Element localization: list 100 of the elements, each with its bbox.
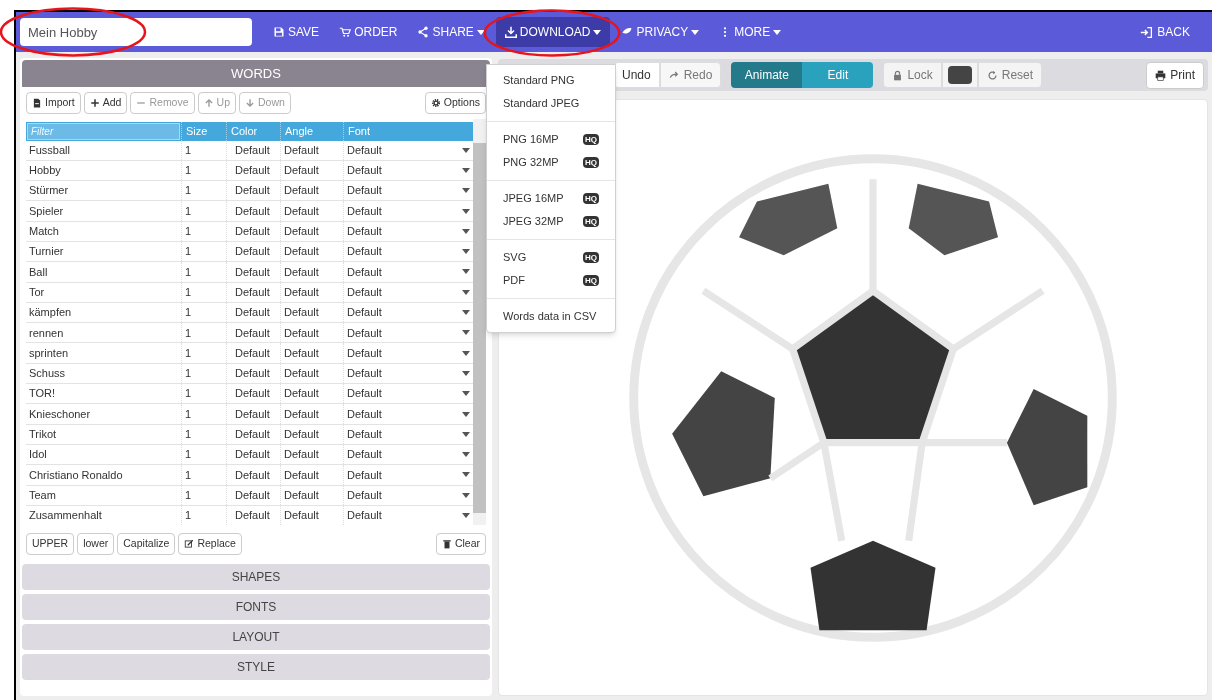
table-cell-text: Default [284,406,319,422]
table-cell-text: 1 [185,264,192,280]
nav-menu-item[interactable]: SAVE [264,17,329,47]
section-header[interactable]: FONTS [22,594,490,620]
table-cell-text: 1 [185,325,192,341]
table-cell-text: Default [235,183,270,199]
table-cell-text: Default [347,244,382,260]
toolbar-button[interactable]: Options [424,92,486,114]
color-swatch[interactable] [947,66,972,84]
cart-icon [339,26,352,38]
nav-menu-item[interactable]: SHARE [408,17,494,47]
table-cell-text: Default [347,386,382,402]
menu-item[interactable]: PNG 32MP HQ [487,151,615,174]
menu-item[interactable]: Standard PNG [487,69,615,92]
table-cell-text: 1 [185,508,192,524]
dropdown-caret-icon [462,330,470,336]
section-header[interactable]: LAYOUT [22,624,490,650]
plus-icon [89,98,100,108]
toolbar-button[interactable]: Lock [883,62,942,88]
toolbar-button[interactable]: lower [77,533,115,555]
toolbar-button[interactable]: Add [83,92,128,114]
table-cell-text: Spieler [29,203,64,219]
table-cell-text: Default [284,142,319,158]
dropdown-caret-icon [462,269,470,275]
toolbar-button[interactable]: Replace [178,533,242,555]
table-cell-text: Knieschoner [29,406,91,422]
menu-item[interactable]: JPEG 32MP HQ [487,210,615,233]
table-cell-text: Trikot [29,427,57,443]
table-cell-text: Default [347,467,382,483]
table-cell-text: Default [284,183,319,199]
nav-menu-item[interactable]: ORDER [330,17,407,47]
up-arrow-icon [203,98,214,108]
menu-item[interactable]: PNG 16MP HQ [487,128,615,151]
menu-item[interactable]: PDF HQ [487,269,615,292]
title-field[interactable]: Mein Hobby [20,18,252,46]
toolbar-button[interactable]: Capitalize [117,533,176,555]
table-cell-text: 1 [185,406,192,422]
table-cell-text: Stürmer [29,183,69,199]
table-cell-text: Default [284,467,319,483]
toolbar-button[interactable]: UPPER [26,533,75,555]
dropdown-caret-icon [462,350,470,356]
toolbar-button[interactable]: Undo [614,62,660,88]
trash-icon [441,539,452,549]
dropdown-caret-icon [462,411,470,417]
filter-field[interactable]: Filter [27,123,180,140]
section-header[interactable]: STYLE [22,654,490,680]
table-cell-text: Default [347,508,382,524]
table-cell-text: Default [347,305,382,321]
table-cell-text: 1 [185,345,192,361]
table-cell-text: TOR! [29,386,56,402]
toolbar-button[interactable]: Reset [977,62,1043,88]
toolbar-button[interactable]: Clear [435,533,486,555]
down-arrow-icon [245,98,255,108]
dropdown-caret-icon [462,249,470,255]
section-header[interactable]: SHAPES [22,564,490,590]
nav-menu-item[interactable]: DOWNLOAD [495,17,611,47]
table-cell-text: Default [284,345,319,361]
dropdown-caret-icon [462,310,470,315]
table-cell-text: Turnier [29,244,64,260]
table-cell-text: 1 [185,224,192,240]
table-cell-text: Default [284,264,319,280]
panel-header[interactable]: WORDS [22,60,490,87]
table-cell-text: Default [235,163,270,179]
table-cell-text: Default [235,345,270,361]
caret-icon [593,29,602,35]
toolbar-button[interactable]: Import [26,92,81,114]
table-cell-text: Default [235,224,270,240]
menu-item[interactable]: Words data in CSV [487,305,615,328]
hq-badge: HQ [583,134,599,145]
menu-item[interactable]: SVG HQ [487,246,615,269]
table-cell-text: Default [284,244,319,260]
nav-menu-item[interactable]: MORE [710,17,791,47]
table-cell-text: Idol [29,447,47,463]
table-cell-text: Default [347,203,382,219]
table-cell-text: Default [235,325,270,341]
menu-item[interactable]: JPEG 16MP HQ [487,187,615,210]
scrollbar[interactable] [473,119,486,525]
nav-menu-item[interactable]: PRIVACY [612,17,709,47]
table-cell-text: 1 [185,284,192,300]
table-cell-text: Default [235,264,270,280]
table-cell-text: Team [29,487,56,503]
mode-tab[interactable]: Animate [731,62,803,88]
toolbar-button[interactable]: Print [1146,61,1204,89]
table-cell-text: Default [284,508,319,524]
table-cell-text: Default [235,427,270,443]
table-cell-text: Default [347,224,382,240]
toolbar-button[interactable]: Redo [659,62,722,88]
hq-badge: HQ [583,252,599,263]
table-cell-text: Schuss [29,366,66,382]
dropdown-caret-icon [462,188,470,194]
table-cell-text: Default [347,325,382,341]
table-cell-text: Default [347,447,382,463]
table-cell-text: Default [347,284,382,300]
back-button[interactable]: BACK [1132,12,1198,52]
table-cell-text: 1 [185,163,192,179]
dropdown-caret-icon [462,472,470,478]
menu-item[interactable]: Standard JPEG [487,92,615,115]
redo-arrow-icon [668,69,680,81]
table-cell-text: Default [347,406,382,422]
table-cell-text: Hobby [29,163,61,179]
